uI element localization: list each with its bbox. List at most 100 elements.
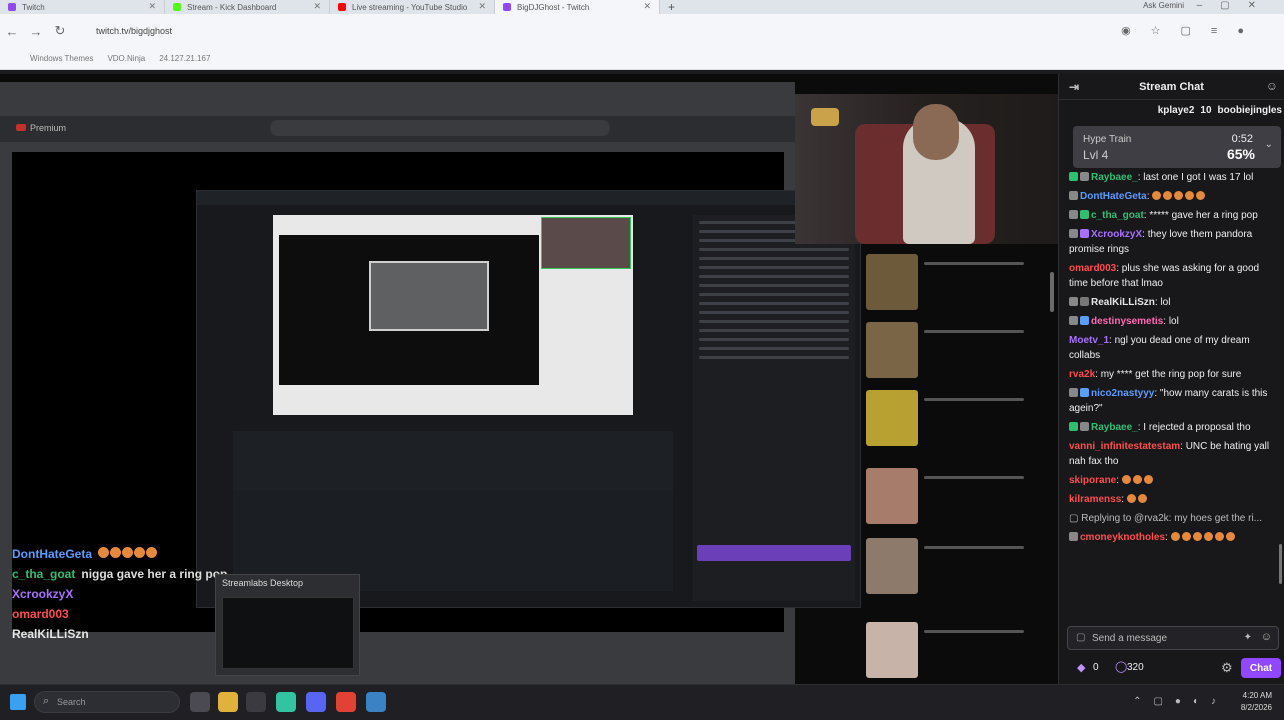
close-tab-icon[interactable]: ✕ (478, 1, 486, 12)
gear-icon[interactable]: ⚙ (1221, 660, 1233, 676)
hype-train-percent: 65% (1226, 146, 1255, 162)
close-tab-icon[interactable]: ✕ (148, 1, 156, 12)
overlay-chat-row: RealKiLLiSzn (12, 624, 227, 644)
video-thumbnail (866, 390, 918, 446)
play-icon (811, 108, 839, 126)
back-icon[interactable]: ← (0, 24, 24, 39)
hype-train-time: 0:52 (1231, 133, 1253, 145)
stream-chat-panel: ⇥ Stream Chat ☺ kplaye2 10 boobiejingles… (1058, 74, 1284, 684)
emote-picker-icon[interactable]: ☺ (1261, 631, 1272, 643)
chat-text: Replying to @rva2k: my hoes get the ri..… (1081, 513, 1263, 524)
chat-message: rva2k: my **** get the ring pop for sure (1069, 367, 1279, 382)
chat-text: : lol (1154, 297, 1171, 308)
close-tab-icon[interactable]: ✕ (643, 1, 651, 12)
chat-text: : (1165, 532, 1168, 543)
chat-username[interactable]: c_tha_goat (1091, 210, 1144, 221)
chat-username[interactable]: XcrookzyX (1091, 229, 1142, 240)
forward-icon[interactable]: → (24, 24, 48, 39)
bits-icon[interactable]: ✦ (1244, 632, 1252, 643)
chat-username[interactable]: nico2nastyyy (1091, 388, 1154, 399)
chrome-icon[interactable] (336, 692, 356, 712)
chevron-down-icon[interactable]: ⌄ (1265, 139, 1273, 150)
search-input[interactable] (57, 695, 167, 709)
chat-username[interactable]: skiporane (1069, 475, 1116, 486)
chat-username[interactable]: cmoneyknotholes (1080, 532, 1165, 543)
clock-date: 8/2/2026 (1240, 703, 1272, 712)
tab-youtube[interactable]: Live streaming - YouTube Studio ✕ (330, 0, 495, 14)
kick-favicon-icon (173, 3, 181, 11)
chat-message: XcrookzyX: they love them pandora promis… (1069, 227, 1279, 257)
streamlabs-title (197, 191, 860, 205)
system-tray-icons[interactable]: ⌃▢●◐♪ (1133, 696, 1228, 707)
bookmark-item[interactable]: Windows Themes (30, 54, 93, 63)
windows-start-icon[interactable] (10, 694, 26, 710)
chat-username[interactable]: rva2k (1069, 369, 1095, 380)
overlay-chat-user: RealKiLLiSzn (12, 627, 89, 641)
chat-username[interactable]: vanni_infinitestatestam (1069, 441, 1180, 452)
chat-message: vanni_infinitestatestam: UNC be hating y… (1069, 439, 1279, 469)
chat-username[interactable]: DontHateGeta (1080, 191, 1147, 202)
task-view-icon[interactable] (190, 692, 210, 712)
streamlabs-preview (273, 215, 633, 415)
gifter-name[interactable]: boobiejingles (1218, 105, 1282, 116)
tab-label: Live streaming - YouTube Studio (352, 2, 468, 12)
chat-input-box[interactable]: ▢ ✦ ☺ (1067, 626, 1279, 650)
hype-train-banner[interactable]: Hype Train Lvl 4 0:52 65% ⌄ (1073, 126, 1281, 168)
gifter-name[interactable]: kplaye2 (1158, 105, 1195, 116)
streamlabs-icon[interactable] (276, 692, 296, 712)
tab-kick[interactable]: Stream - Kick Dashboard ✕ (165, 0, 330, 14)
overlay-chat-row: DontHateGeta (12, 544, 227, 564)
file-explorer-icon[interactable] (218, 692, 238, 712)
taskbar-search[interactable]: ⌕ (34, 691, 180, 713)
channel-points-icon[interactable]: ◯ (1115, 660, 1127, 673)
streamlabs-taskbar-preview[interactable]: Streamlabs Desktop (215, 574, 360, 676)
overlay-chat-text: nigga gave her a ring pop (81, 567, 228, 581)
ask-gemini-button[interactable]: Ask Gemini (1143, 1, 1184, 10)
tab-bigdjghost[interactable]: BigDJGhost - Twitch ✕ (495, 0, 660, 14)
youtube-favicon-icon (338, 3, 346, 11)
url-field[interactable]: twitch.tv/bigdjghost (96, 26, 172, 36)
chat-message-input[interactable] (1092, 630, 1222, 646)
chat-message: Moetv_1: ngl you dead one of my dream co… (1069, 333, 1279, 363)
overlay-chat-user: XcrookzyX (12, 587, 74, 601)
top-gifters: kplaye2 10 boobiejingles (1059, 100, 1284, 120)
overlay-chat-user: omard003 (12, 607, 69, 621)
mini-feed-panel (233, 431, 673, 491)
new-tab-button[interactable]: + (668, 0, 675, 14)
stream-video-player[interactable]: Premium DontHateGeta c_tha_goat nigga ga… (0, 74, 1058, 684)
chat-username[interactable]: omard003 (1069, 263, 1116, 274)
chat-scrollbar[interactable] (1279, 544, 1282, 584)
youtube-scrollbar (1050, 272, 1054, 312)
chat-text: : my **** get the ring pop for sure (1095, 369, 1242, 380)
reload-icon[interactable]: ↻ (48, 23, 72, 39)
overlay-chat-row: XcrookzyX (12, 584, 227, 604)
chat-username[interactable]: Raybaee_ (1091, 422, 1138, 433)
tab-twitch[interactable]: Twitch ✕ (0, 0, 165, 14)
bookmark-item[interactable]: VDO.Ninja (107, 54, 145, 63)
address-bar-icons[interactable]: ◉☆▢≡● (1121, 24, 1264, 37)
hype-train-level: Lvl 4 (1083, 148, 1109, 162)
taskbar-clock[interactable]: 4:20 AM 8/2/2026 (1241, 690, 1272, 714)
chat-username[interactable]: RealKiLLiSzn (1091, 297, 1155, 308)
twitch-favicon-icon (8, 3, 16, 11)
chat-username[interactable]: Raybaee_ (1091, 172, 1138, 183)
chat-username[interactable]: kilramenss (1069, 494, 1121, 505)
chat-username[interactable]: Moetv_1 (1069, 335, 1109, 346)
gift-icon[interactable]: ▢ (1076, 632, 1085, 643)
app-icon[interactable] (366, 692, 386, 712)
community-icon[interactable]: ☺ (1266, 79, 1278, 93)
bits-icon[interactable]: ◆ (1077, 661, 1085, 674)
chat-send-button[interactable]: Chat (1241, 658, 1281, 678)
chat-username[interactable]: destinysemetis (1091, 316, 1163, 327)
chat-text: : (1121, 494, 1125, 505)
video-thumbnail (866, 538, 918, 594)
address-bar-row: ← → ↻ twitch.tv/bigdjghost ◉☆▢≡● (0, 14, 1284, 48)
bookmark-item[interactable]: 24.127.21.167 (159, 54, 210, 63)
window-controls[interactable]: –▢✕ (1197, 0, 1274, 11)
discord-icon[interactable] (306, 692, 326, 712)
store-icon[interactable] (246, 692, 266, 712)
close-tab-icon[interactable]: ✕ (313, 1, 321, 12)
overlay-chat-user: c_tha_goat (12, 567, 76, 581)
reply-icon: ▢ (1069, 513, 1082, 524)
collapse-chat-icon[interactable]: ⇥ (1069, 80, 1079, 94)
